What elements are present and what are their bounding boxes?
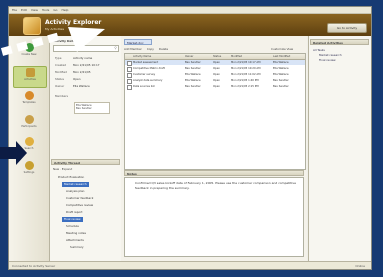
arrow-to-thread-icon — [0, 141, 27, 165]
annotation-overlay — [0, 27, 105, 165]
arrow-to-title-icon — [0, 27, 105, 56]
